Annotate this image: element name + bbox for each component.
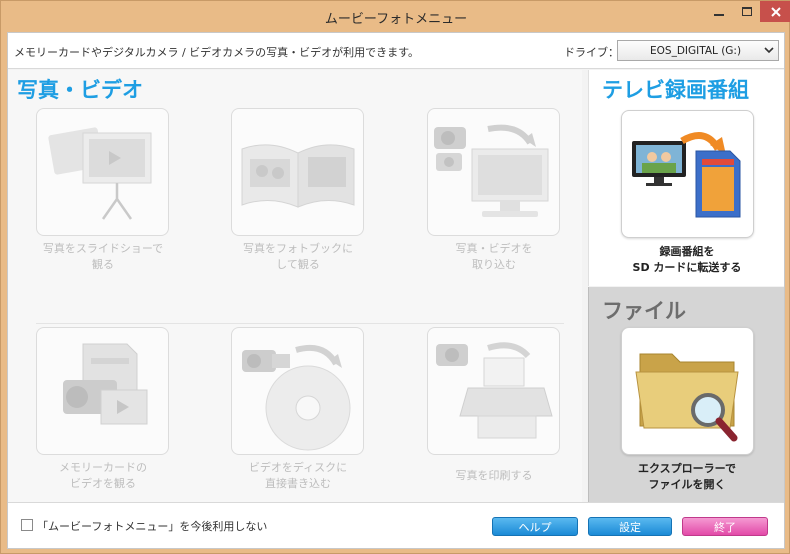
photo-video-title: 写真・ビデオ bbox=[17, 78, 143, 102]
slideshow-icon bbox=[48, 127, 152, 220]
close-icon[interactable] bbox=[760, 1, 790, 22]
explorer-tile[interactable] bbox=[621, 327, 754, 455]
tv-section: テレビ録画番組 録画番組を SD カードに転送する bbox=[588, 70, 784, 286]
memory-card-video-tile[interactable] bbox=[36, 327, 169, 455]
client-area: メモリーカードやデジタルカメラ / ビデオカメラの写真・ビデオが利用できます。 … bbox=[7, 32, 785, 549]
photobook-icon bbox=[241, 144, 355, 208]
quit-button[interactable]: 終了 bbox=[682, 517, 768, 536]
drive-select-value: EOS_DIGITAL (G:) bbox=[650, 44, 742, 57]
disc-write-tile[interactable] bbox=[231, 327, 364, 455]
import-icon bbox=[434, 124, 549, 217]
drive-label: ドライブ： bbox=[564, 46, 619, 59]
window-title: ムービーフォトメニュー bbox=[324, 12, 468, 27]
window-frame: ムービーフォトメニュー メモリーカードやデジタルカメラ / ビデオカメラの写真・… bbox=[0, 0, 790, 554]
settings-button[interactable]: 設定 bbox=[588, 517, 672, 536]
disc-write-label: ビデオをディスクに 直接書き込む bbox=[248, 461, 348, 490]
disc-write-icon bbox=[242, 344, 351, 451]
drive-select[interactable]: EOS_DIGITAL (G:) bbox=[617, 40, 779, 61]
title-bar[interactable]: ムービーフォトメニュー bbox=[1, 1, 790, 31]
chevron-down-icon bbox=[764, 44, 774, 56]
memory-card-video-icon bbox=[63, 343, 148, 425]
print-tile[interactable] bbox=[427, 327, 560, 455]
print-label: 写真を印刷する bbox=[455, 469, 533, 482]
explorer-label: エクスプローラーで ファイルを開く bbox=[637, 462, 736, 491]
import-tile[interactable] bbox=[427, 108, 560, 236]
tv-title: テレビ録画番組 bbox=[602, 78, 749, 102]
info-bar: メモリーカードやデジタルカメラ / ビデオカメラの写真・ビデオが利用できます。 … bbox=[8, 33, 784, 69]
sd-transfer-tile[interactable] bbox=[621, 110, 754, 238]
file-section: ファイル エクスプローラーで ファイルを開く bbox=[588, 287, 784, 502]
slideshow-label: 写真をスライドショーで 観る bbox=[42, 242, 164, 271]
photo-video-section: 写真・ビデオ 写真をスライドショーで 観る 写真をフォトブックに して観る 写真… bbox=[8, 70, 582, 502]
minimize-icon[interactable] bbox=[705, 1, 733, 22]
photobook-tile[interactable] bbox=[231, 108, 364, 236]
bottom-bar: 「ムービーフォトメニュー」を今後利用しない ヘルプ 設定 終了 bbox=[8, 502, 784, 548]
printer-icon bbox=[436, 342, 553, 439]
memory-card-video-label: メモリーカードの ビデオを観る bbox=[59, 461, 147, 490]
help-button[interactable]: ヘルプ bbox=[492, 517, 578, 536]
maximize-icon[interactable] bbox=[733, 1, 760, 22]
dont-use-label[interactable]: 「ムービーフォトメニュー」を今後利用しない bbox=[37, 518, 267, 534]
dont-use-checkbox[interactable] bbox=[21, 519, 33, 531]
photobook-label: 写真をフォトブックに して観る bbox=[243, 242, 353, 271]
folder-search-icon bbox=[635, 353, 739, 442]
import-label: 写真・ビデオを 取り込む bbox=[455, 242, 533, 271]
slideshow-tile[interactable] bbox=[36, 108, 169, 236]
sd-transfer-icon bbox=[632, 132, 741, 218]
info-message: メモリーカードやデジタルカメラ / ビデオカメラの写真・ビデオが利用できます。 bbox=[14, 46, 420, 59]
sd-transfer-label: 録画番組を SD カードに転送する bbox=[632, 245, 742, 274]
section-divider bbox=[36, 323, 564, 324]
file-title: ファイル bbox=[602, 299, 686, 323]
